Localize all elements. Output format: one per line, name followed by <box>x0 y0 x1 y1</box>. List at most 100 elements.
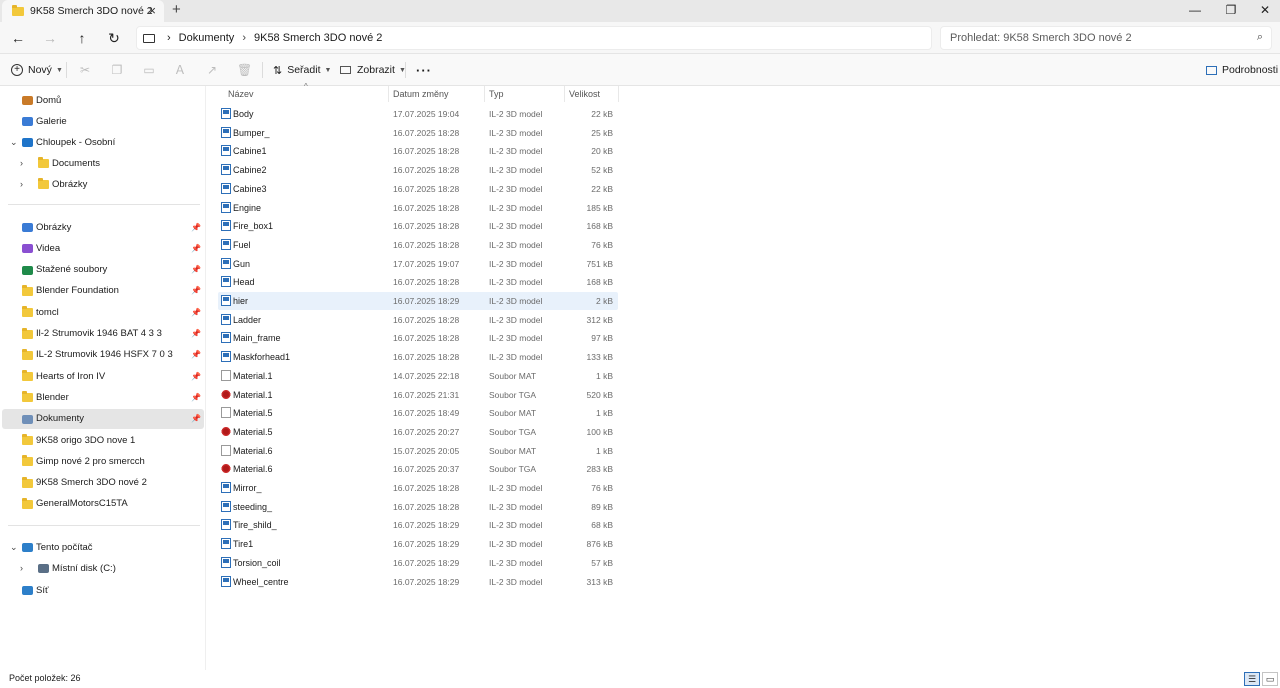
file-type: IL-2 3D model <box>489 520 543 531</box>
close-window-button[interactable]: ✕ <box>1248 0 1280 22</box>
sidebar-item[interactable]: › Místní disk (C:) <box>2 558 204 578</box>
file-row[interactable]: Tire1 16.07.2025 18:29 IL-2 3D model 876 kB <box>218 535 618 553</box>
details-view-icon[interactable]: ☰ <box>1244 672 1260 686</box>
file-row[interactable]: Gun 17.07.2025 19:07 IL-2 3D model 751 kB <box>218 255 618 273</box>
column-date[interactable]: Datum změny <box>393 89 449 99</box>
sidebar-item[interactable]: Blender Foundation 📌 <box>2 281 204 301</box>
copy-icon[interactable]: ❐ <box>110 63 124 77</box>
file-row[interactable]: Wheel_centre 16.07.2025 18:29 IL-2 3D mode… <box>218 573 618 591</box>
column-divider[interactable] <box>388 86 389 102</box>
file-row[interactable]: Ladder 16.07.2025 18:28 IL-2 3D model 312 k… <box>218 311 618 329</box>
file-row[interactable]: Cabine2 16.07.2025 18:28 IL-2 3D model 52 k… <box>218 161 618 179</box>
sidebar-item[interactable]: Il-2 Strumovik 1946 BAT 4 3 3 📌 <box>2 324 204 344</box>
file-date: 16.07.2025 18:28 <box>393 165 460 176</box>
new-button[interactable]: + Nový ▼ <box>11 60 63 80</box>
file-row[interactable]: hier 16.07.2025 18:29 IL-2 3D model 2 kB <box>218 292 618 310</box>
file-row[interactable]: Maskforhead1 16.07.2025 18:28 IL-2 3D mode… <box>218 348 618 366</box>
column-type[interactable]: Typ <box>489 89 504 99</box>
file-row[interactable]: steeding_ 16.07.2025 18:28 IL-2 3D model 89… <box>218 498 618 516</box>
pin-icon: 📌 <box>191 329 201 338</box>
refresh-button[interactable]: ↻ <box>103 28 125 48</box>
delete-icon[interactable]: 🗑 <box>237 63 252 77</box>
sidebar-item[interactable]: tomcl 📌 <box>2 302 204 322</box>
rename-icon[interactable]: Ａ <box>173 63 187 77</box>
forward-button[interactable]: → <box>39 28 61 48</box>
chevron-down-icon[interactable]: ⌄ <box>10 137 18 148</box>
column-divider[interactable] <box>484 86 485 102</box>
computer-icon <box>22 543 33 552</box>
maximize-button[interactable]: ❐ <box>1214 0 1248 22</box>
share-icon[interactable]: ↗ <box>205 63 219 77</box>
file-row[interactable]: Body 17.07.2025 19:04 IL-2 3D model 22 kB <box>218 105 618 123</box>
file-row[interactable]: Tire_shild_ 16.07.2025 18:29 IL-2 3D model… <box>218 516 618 534</box>
sidebar-item[interactable]: Stažené soubory 📌 <box>2 260 204 280</box>
file-row[interactable]: Material.6 15.07.2025 20:05 Soubor MAT 1 kB <box>218 442 618 460</box>
search-input[interactable]: Prohledat: 9K58 Smerch 3DO nové 2 ⌕ <box>940 26 1272 50</box>
file-row[interactable]: Engine 16.07.2025 18:28 IL-2 3D model 185 k… <box>218 199 618 217</box>
file-row[interactable]: Torsion_coil 16.07.2025 18:29 IL-2 3D mode… <box>218 554 618 572</box>
tab-active[interactable]: 9K58 Smerch 3DO nové 2 × <box>2 0 164 22</box>
chevron-right-icon[interactable]: › <box>20 563 23 573</box>
file-size: 185 kB <box>586 202 613 213</box>
cut-icon[interactable]: ✂ <box>78 63 92 77</box>
sidebar-item[interactable]: Dokumenty 📌 <box>2 408 204 429</box>
sidebar-item[interactable]: GeneralMotorsC15TA <box>2 494 204 514</box>
file-row[interactable]: Cabine1 16.07.2025 18:28 IL-2 3D model 20 k… <box>218 142 618 160</box>
sidebar-item[interactable]: Galerie <box>2 111 204 131</box>
file-name: hier <box>233 296 249 306</box>
sidebar-item[interactable]: ⌄ Tento počítač <box>2 537 204 557</box>
file-row[interactable]: Head 16.07.2025 18:28 IL-2 3D model 168 kB <box>218 273 618 291</box>
file-row[interactable]: Main_frame 16.07.2025 18:28 IL-2 3D model 9… <box>218 329 618 347</box>
column-divider[interactable] <box>564 86 565 102</box>
column-name[interactable]: Název <box>228 89 254 99</box>
sidebar-item[interactable]: Hearts of Iron IV 📌 <box>2 366 204 386</box>
file-size: 313 kB <box>586 576 613 587</box>
back-button[interactable]: ← <box>7 28 29 48</box>
sidebar-item[interactable]: Gimp nové 2 pro smercch <box>2 451 204 471</box>
sidebar-item[interactable]: › Obrázky <box>2 174 204 194</box>
sidebar-item[interactable]: Obrázky 📌 <box>2 217 204 237</box>
chevron-right-icon[interactable]: › <box>20 158 23 168</box>
sidebar-item[interactable]: 9K58 origo 3DO nove 1 <box>2 430 204 450</box>
gallery-icon <box>22 117 33 126</box>
file-row[interactable]: Material.5 16.07.2025 18:49 Soubor MAT 1 kB <box>218 404 618 422</box>
tab-close-button[interactable]: × <box>148 3 156 18</box>
file-row[interactable]: Fire_box1 16.07.2025 18:28 IL-2 3D model 16… <box>218 217 618 235</box>
sidebar-item[interactable]: Domů <box>2 90 204 110</box>
breadcrumb-item-current[interactable]: 9K58 Smerch 3DO nové 2 <box>254 32 382 44</box>
details-button[interactable]: Podrobnosti <box>1206 60 1278 80</box>
file-row[interactable]: Material.6 16.07.2025 20:37 Soubor TGA 283 … <box>218 460 618 478</box>
file-row[interactable]: Fuel 16.07.2025 18:28 IL-2 3D model 76 kB <box>218 236 618 254</box>
chevron-down-icon[interactable]: ⌄ <box>10 542 18 553</box>
sidebar-item[interactable]: IL-2 Strumovik 1946 HSFX 7 0 3 📌 <box>2 345 204 365</box>
sidebar-item-label: Blender <box>36 391 69 403</box>
more-options-button[interactable]: ··· <box>416 60 432 80</box>
minimize-button[interactable]: — <box>1178 0 1212 22</box>
column-divider[interactable] <box>618 86 619 102</box>
sidebar-item[interactable]: Videa 📌 <box>2 238 204 258</box>
paste-icon[interactable]: ▭ <box>142 63 156 77</box>
sidebar-item[interactable]: 9K58 Smerch 3DO nové 2 <box>2 473 204 493</box>
sort-button[interactable]: ⇅ Seřadit ▼ <box>273 60 331 80</box>
sidebar-item-label: Documents <box>52 157 101 169</box>
tiles-view-icon[interactable]: ▭ <box>1262 672 1278 686</box>
file-row[interactable]: Bumper_ 16.07.2025 18:28 IL-2 3D model 25 k… <box>218 124 618 142</box>
new-tab-button[interactable]: + <box>172 1 181 18</box>
chevron-right-icon[interactable]: › <box>20 179 23 189</box>
file-row[interactable]: Material.1 14.07.2025 22:18 Soubor MAT 1 kB <box>218 367 618 385</box>
file-row[interactable]: Cabine3 16.07.2025 18:28 IL-2 3D model 22 k… <box>218 180 618 198</box>
view-button[interactable]: Zobrazit ▼ <box>340 60 406 80</box>
sidebar-item[interactable]: Síť <box>2 580 204 600</box>
sidebar-item[interactable]: ⌄ Chloupek - Osobní <box>2 132 204 152</box>
file-date: 17.07.2025 19:04 <box>393 109 460 119</box>
column-size[interactable]: Velikost <box>569 89 600 99</box>
file-row[interactable]: Material.5 16.07.2025 20:27 Soubor TGA 100 … <box>218 423 618 441</box>
file-row[interactable]: Mirror_ 16.07.2025 18:28 IL-2 3D model 76 k… <box>218 479 618 497</box>
breadcrumb-item-dokumenty[interactable]: Dokumenty <box>179 32 235 44</box>
breadcrumb[interactable]: › Dokumenty › 9K58 Smerch 3DO nové 2 <box>136 26 932 50</box>
file-row[interactable]: Material.1 16.07.2025 21:31 Soubor TGA 520 … <box>218 386 618 404</box>
up-button[interactable]: ↑ <box>71 28 93 48</box>
sidebar-item[interactable]: Blender 📌 <box>2 387 204 407</box>
sidebar-item[interactable]: › Documents <box>2 153 204 173</box>
file-size: 68 kB <box>591 520 613 531</box>
